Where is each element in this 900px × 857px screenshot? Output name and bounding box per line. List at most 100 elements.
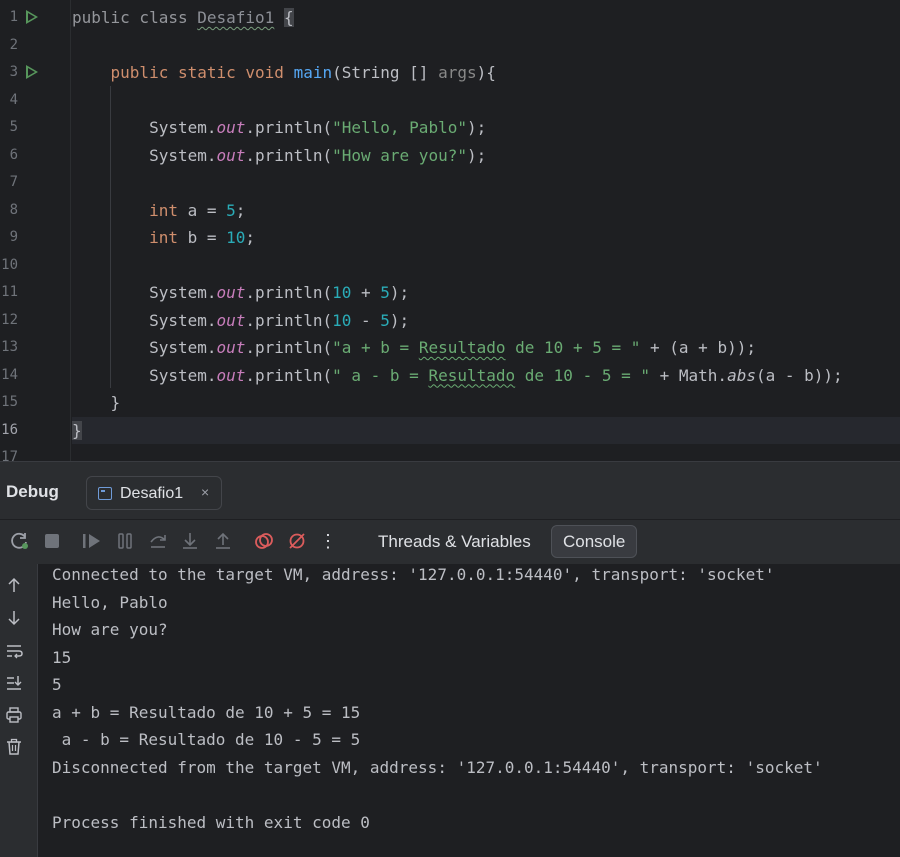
gutter-line-11: 11 [0, 279, 70, 307]
system-class: System. [149, 283, 217, 302]
code-line-1[interactable]: public class Desafio1 { [72, 4, 900, 32]
semicolon: ; [235, 200, 246, 220]
view-breakpoints-icon[interactable] [252, 529, 276, 553]
operator: + [351, 283, 381, 302]
variable: b = [187, 228, 227, 247]
code-line-15[interactable]: } [72, 389, 900, 417]
line-number: 16 [1, 421, 18, 438]
static-field: out [216, 118, 246, 137]
string-typo: Resultado [418, 338, 506, 357]
system-class: System. [149, 310, 217, 330]
keyword: public [110, 63, 178, 82]
system-class: System. [149, 118, 217, 137]
string-typo: Resultado [428, 365, 516, 385]
code-line-5[interactable]: System.out.println("Hello, Pablo"); [72, 114, 900, 142]
soft-wrap-icon[interactable] [3, 640, 25, 662]
close-icon[interactable]: × [201, 484, 209, 500]
resume-icon[interactable] [80, 529, 104, 553]
system-class: System. [149, 365, 217, 385]
arrow-up-icon[interactable] [3, 574, 25, 596]
keyword: static [177, 63, 246, 82]
code-line-12[interactable]: System.out.println(10 - 5); [72, 307, 900, 335]
more-options-icon[interactable]: ⋮ [316, 529, 340, 553]
code-line-11[interactable]: System.out.println(10 + 5); [72, 279, 900, 307]
method-call: .println( [245, 145, 333, 165]
static-field: out [216, 365, 246, 385]
code-editor[interactable]: 1 2 3 4 5 6 7 8 9 10 11 12 13 14 15 16 1… [0, 0, 900, 461]
print-icon[interactable] [3, 704, 25, 726]
scroll-to-end-icon[interactable] [3, 672, 25, 694]
method-call: .println( [245, 283, 333, 302]
code-line-6[interactable]: System.out.println("How are you?"); [72, 142, 900, 170]
line-number: 15 [1, 394, 18, 410]
trash-icon[interactable] [3, 736, 25, 758]
run-icon[interactable] [26, 10, 38, 24]
class-name: Desafio1 [197, 8, 275, 27]
signature-end: ){ [476, 63, 496, 82]
string-literal: " a - b = [332, 365, 429, 385]
pause-icon[interactable] [113, 529, 137, 553]
line-number: 3 [9, 64, 18, 80]
debug-toolbar: ⋮ Threads & Variables Console [0, 520, 900, 564]
session-tab-label: Desafio1 [120, 485, 184, 502]
string-literal: "How are you?" [332, 145, 467, 165]
close-brace: } [72, 420, 82, 440]
line-number: 8 [9, 201, 18, 218]
string-literal: de 10 + 5 = " [505, 338, 641, 357]
number-literal: 10 [332, 310, 352, 330]
method-call: .println( [245, 365, 333, 385]
window-icon [98, 487, 112, 500]
system-class: System. [149, 338, 217, 357]
system-class: System. [149, 145, 217, 165]
mute-breakpoints-icon[interactable] [285, 529, 309, 553]
line-number: 4 [9, 91, 18, 108]
step-into-icon[interactable] [178, 529, 202, 553]
method-call: .println( [245, 310, 333, 330]
step-out-icon[interactable] [211, 529, 235, 553]
code-line-3[interactable]: public static void main(String [] args){ [72, 59, 900, 87]
line-number: 9 [9, 229, 18, 245]
number-literal: 5 [380, 310, 390, 330]
gutter-line-4: 4 [0, 87, 70, 115]
stop-icon[interactable] [40, 529, 64, 553]
console-side-toolbar [0, 564, 38, 857]
number-literal: 10 [226, 228, 246, 247]
static-method: abs [727, 365, 756, 385]
code-line-8[interactable]: int a = 5; [72, 197, 900, 225]
gutter-line-5: 5 [0, 114, 70, 142]
statement-end: ); [389, 283, 410, 302]
gutter-line-6: 6 [0, 142, 70, 170]
console-output[interactable]: Connected to the target VM, address: '12… [38, 564, 900, 857]
gutter-line-16: 16 [0, 417, 70, 445]
code-line-16[interactable]: } [72, 416, 900, 444]
expression: + Math. [650, 365, 728, 385]
code-line-9[interactable]: int b = 10; [72, 224, 900, 252]
gutter-line-17: 17 [0, 444, 70, 461]
gutter-line-15: 15 [0, 389, 70, 417]
rerun-icon[interactable] [8, 529, 32, 553]
line-number: 6 [9, 146, 18, 163]
debug-header: Debug Desafio1 × [0, 466, 900, 520]
method-name: main [293, 63, 333, 82]
code-line-13[interactable]: System.out.println("a + b = Resultado de… [72, 334, 900, 362]
static-field: out [216, 310, 246, 330]
session-tab[interactable]: Desafio1 × [86, 476, 222, 510]
gutter-line-3: 3 [0, 59, 70, 87]
debug-title: Debug [6, 482, 59, 501]
statement-end: ); [466, 118, 487, 137]
expression: (a - b)); [755, 365, 843, 385]
console-line: 15 [52, 647, 72, 667]
step-over-icon[interactable] [146, 529, 170, 553]
operator: - [351, 310, 381, 330]
open-brace: { [283, 8, 294, 27]
run-icon[interactable] [26, 65, 38, 79]
method-call: .println( [245, 118, 333, 137]
arrow-down-icon[interactable] [3, 607, 25, 629]
console-line: a + b = Resultado de 10 + 5 = 15 [52, 702, 361, 722]
gutter-line-10: 10 [0, 252, 70, 280]
line-number: 2 [9, 36, 18, 53]
tab-console[interactable]: Console [551, 525, 638, 558]
tab-threads-variables[interactable]: Threads & Variables [366, 525, 543, 558]
gutter-line-9: 9 [0, 224, 70, 252]
code-line-14[interactable]: System.out.println(" a - b = Resultado d… [72, 362, 900, 390]
